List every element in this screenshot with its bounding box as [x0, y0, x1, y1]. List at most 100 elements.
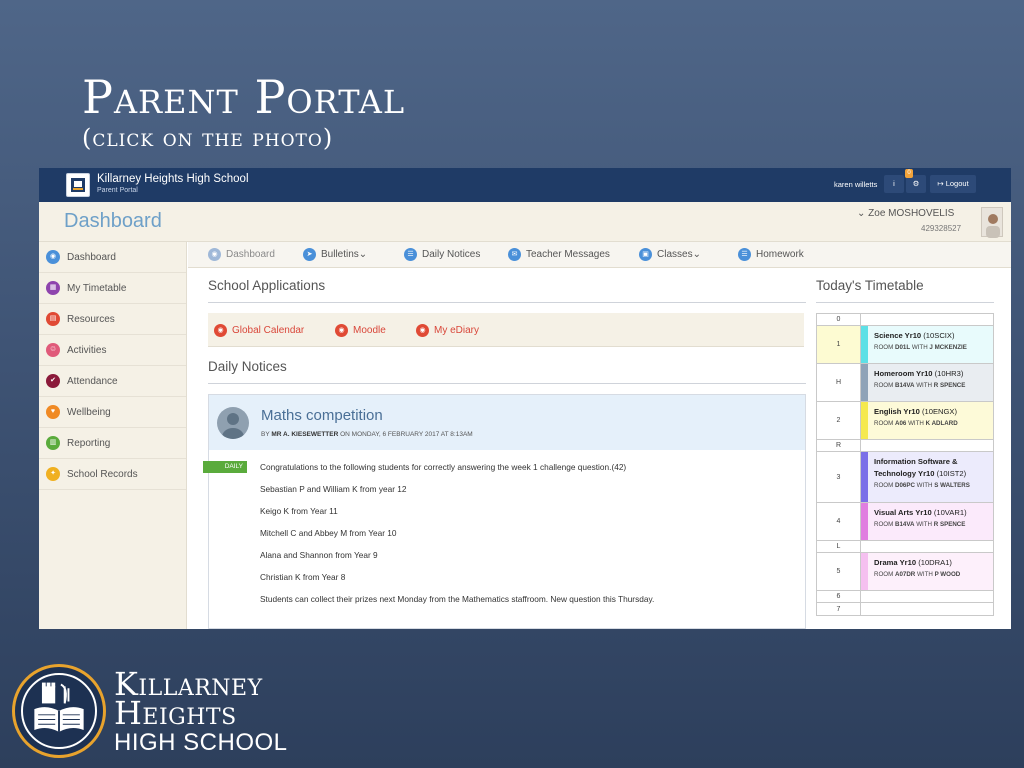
- with-label: WITH: [911, 344, 928, 351]
- notice-title[interactable]: Maths competition: [261, 407, 383, 424]
- sidebar-item-label: Dashboard: [67, 252, 116, 263]
- portal-screenshot[interactable]: Killarney Heights High School Parent Por…: [39, 168, 1011, 629]
- nav-teacher-messages[interactable]: ✉ Teacher Messages: [508, 248, 610, 261]
- period-label: 4: [817, 503, 861, 540]
- class-name: Drama Yr10: [874, 558, 917, 567]
- notice-line: Alana and Shannon from Year 9: [260, 550, 378, 560]
- sidebar-item-label: School Records: [67, 469, 138, 480]
- class-code: (10SCIX): [923, 331, 955, 340]
- nav-dashboard[interactable]: ◉ Dashboard: [208, 248, 275, 261]
- class-code: (10VAR1): [933, 508, 967, 517]
- sidebar-item-resources[interactable]: ▤ Resources: [39, 304, 186, 335]
- timetable-title: Today's Timetable: [816, 278, 924, 293]
- moodle-icon: ◉: [335, 324, 348, 337]
- logged-in-user[interactable]: karen willetts: [834, 180, 877, 189]
- timetable-row[interactable]: 1 Science Yr10 (10SCIX) ROOM D01L WITH J M…: [817, 326, 993, 364]
- page-title: Dashboard: [64, 210, 162, 232]
- app-my-ediary[interactable]: ◉ My eDiary: [416, 324, 479, 337]
- nav-homework[interactable]: ☰ Homework: [738, 248, 804, 261]
- class-subject: Science Yr10 (10SCIX): [874, 330, 993, 342]
- timetable-row: 0: [817, 314, 993, 326]
- with-label: WITH: [916, 482, 933, 489]
- period-label: R: [817, 440, 861, 451]
- timetable-row: R: [817, 440, 993, 452]
- school-name[interactable]: Killarney Heights High School: [97, 173, 249, 185]
- notice-line: Mitchell C and Abbey M from Year 10: [260, 528, 397, 538]
- info-button[interactable]: i: [884, 175, 904, 193]
- info-icon: i: [893, 179, 895, 188]
- sidebar-item-label: Reporting: [67, 438, 111, 449]
- class-name: Visual Arts Yr10: [874, 508, 932, 517]
- room-label: ROOM: [874, 571, 894, 578]
- school-logo-icon[interactable]: [66, 173, 90, 197]
- nav-bar: ◉ Dashboard ➤ Bulletins⌄ ☰ Daily Notices ✉ T…: [188, 242, 1011, 268]
- slide-title: Parent Portal: [82, 70, 406, 124]
- dashboard-icon: ◉: [208, 248, 221, 261]
- divider: [208, 302, 806, 303]
- with-label: WITH: [917, 571, 933, 578]
- megaphone-icon: ➤: [303, 248, 316, 261]
- sidebar-item-activities[interactable]: ♲ Activities: [39, 335, 186, 366]
- class-cell: Visual Arts Yr10 (10VAR1) ROOM B14VA WITH…: [868, 503, 993, 540]
- period-label: L: [817, 541, 861, 552]
- with-label: WITH: [908, 420, 924, 427]
- period-label: 2: [817, 402, 861, 439]
- sidebar-item-dashboard[interactable]: ◉ Dashboard: [39, 242, 186, 273]
- class-subject: Drama Yr10 (10DRA1): [874, 557, 993, 569]
- notice-date: ON MONDAY, 6 FEBRUARY 2017 AT 8:13AM: [340, 431, 473, 438]
- notice-line: Christian K from Year 8: [260, 572, 346, 582]
- class-color-bar: [861, 553, 868, 590]
- chart-icon: ▥: [46, 436, 60, 450]
- notice-line: Keigo K from Year 11: [260, 506, 338, 516]
- class-name: Science Yr10: [874, 331, 922, 340]
- room-label: ROOM: [874, 482, 894, 489]
- notice-icon: ☰: [404, 248, 417, 261]
- notice-line: Students can collect their prizes next M…: [260, 594, 655, 604]
- diary-icon: ◉: [416, 324, 429, 337]
- records-icon: ✦: [46, 467, 60, 481]
- message-icon: ✉: [508, 248, 521, 261]
- student-selector[interactable]: ⌄ Zoe MOSHOVELIS: [857, 208, 954, 219]
- nav-bulletins[interactable]: ➤ Bulletins⌄: [303, 248, 367, 261]
- timetable-row[interactable]: H Homeroom Yr10 (10HR3) ROOM B14VA WITH R …: [817, 364, 993, 402]
- slide-subtitle: (click on the photo): [82, 124, 334, 152]
- notice-line: Sebastian P and William K from year 12: [260, 484, 407, 494]
- notices-heading: Daily Notices: [208, 359, 287, 374]
- timetable-row[interactable]: 3 Information Software & Technology Yr10 …: [817, 452, 993, 503]
- class-cell: Homeroom Yr10 (10HR3) ROOM B14VA WITH R S…: [868, 364, 993, 401]
- room-label: ROOM: [874, 382, 894, 389]
- app-global-calendar[interactable]: ◉ Global Calendar: [214, 324, 304, 337]
- book-tower-icon: [34, 682, 84, 732]
- app-moodle[interactable]: ◉ Moodle: [335, 324, 386, 337]
- sidebar-item-wellbeing[interactable]: ♥ Wellbeing: [39, 397, 186, 428]
- period-label: H: [817, 364, 861, 401]
- classes-icon: ▣: [639, 248, 652, 261]
- folder-icon: ▤: [46, 312, 60, 326]
- timetable-row[interactable]: 5 Drama Yr10 (10DRA1) ROOM A07DR WITH P WO…: [817, 553, 993, 591]
- student-id: 429328527: [921, 224, 962, 233]
- sidebar-item-label: Activities: [67, 345, 107, 356]
- check-icon: ✔: [46, 374, 60, 388]
- nav-daily-notices[interactable]: ☰ Daily Notices: [404, 248, 480, 261]
- period-label: 1: [817, 326, 861, 363]
- student-avatar: [981, 207, 1003, 238]
- class-room: ROOM B14VA WITH R SPENCE: [874, 519, 993, 530]
- notice-line: Congratulations to the following student…: [260, 462, 627, 472]
- sidebar-item-school-records[interactable]: ✦ School Records: [39, 459, 186, 490]
- nav-classes[interactable]: ▣ Classes⌄: [639, 248, 701, 261]
- sidebar-item-reporting[interactable]: ▥ Reporting: [39, 428, 186, 459]
- sidebar-item-attendance[interactable]: ✔ Attendance: [39, 366, 186, 397]
- period-label: 0: [817, 314, 861, 325]
- crest-ring: [21, 673, 97, 749]
- class-room: ROOM A06 WITH K ADLARD: [874, 418, 993, 429]
- logout-button[interactable]: ↦ Logout: [930, 175, 976, 193]
- class-name: English Yr10: [874, 407, 920, 416]
- calendar-icon: ▦: [46, 281, 60, 295]
- sidebar-item-my-timetable[interactable]: ▦ My Timetable: [39, 273, 186, 304]
- room-label: ROOM: [874, 521, 894, 528]
- divider: [208, 383, 806, 384]
- timetable-row[interactable]: 4 Visual Arts Yr10 (10VAR1) ROOM B14VA WIT…: [817, 503, 993, 541]
- sidebar-item-label: My Timetable: [67, 283, 127, 294]
- class-color-bar: [861, 503, 868, 540]
- timetable-row[interactable]: 2 English Yr10 (10ENGX) ROOM A06 WITH K AD…: [817, 402, 993, 440]
